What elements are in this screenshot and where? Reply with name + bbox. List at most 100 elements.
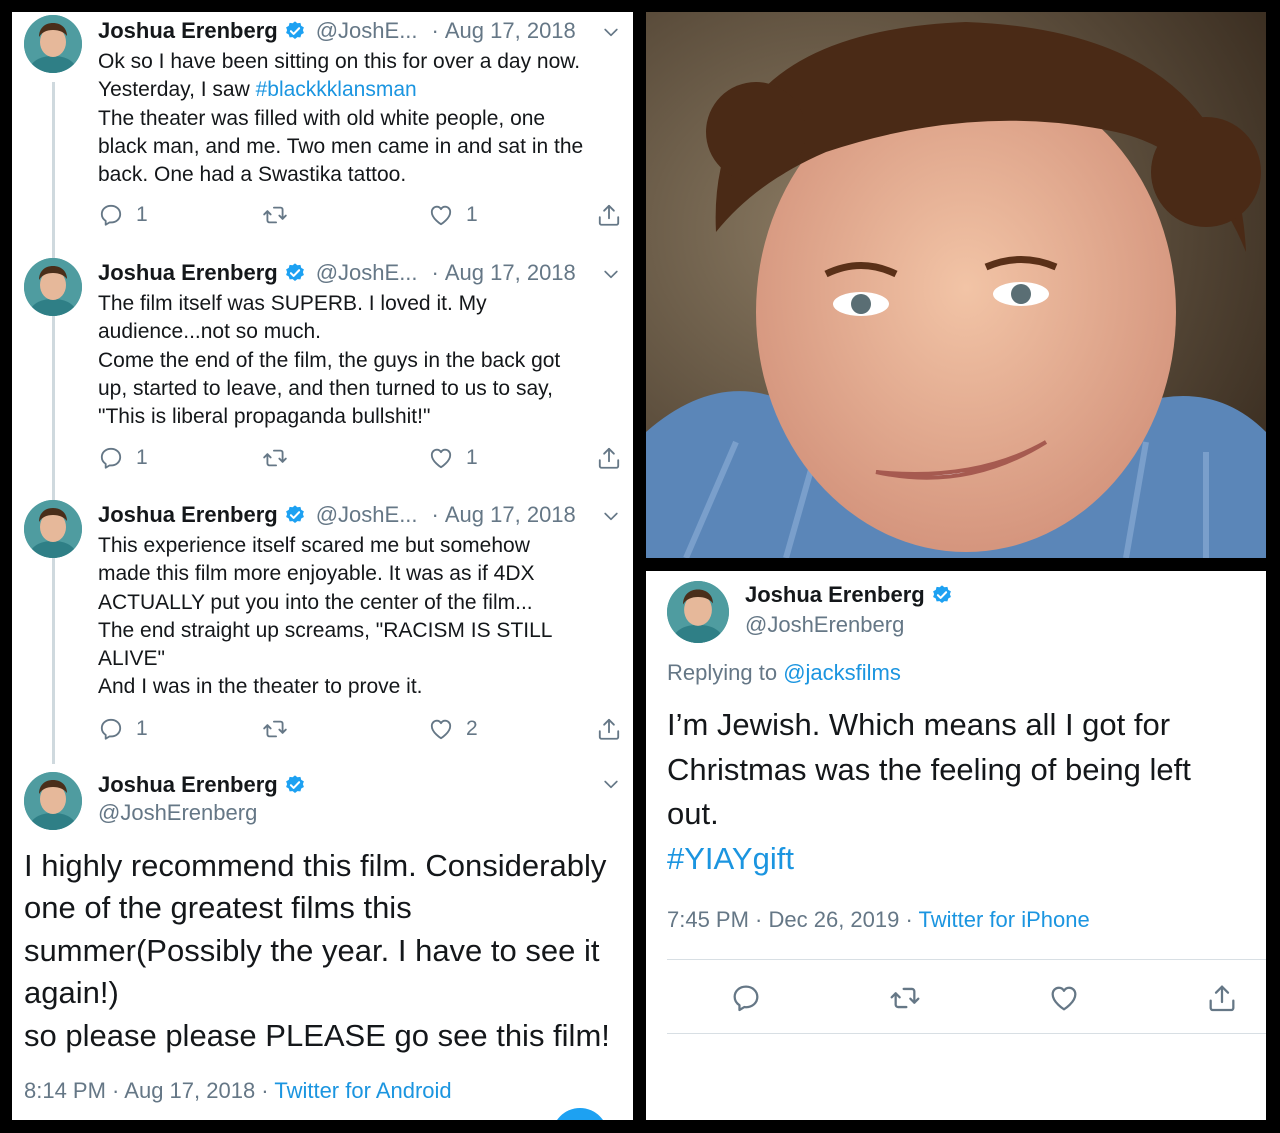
portrait-photo [646,12,1266,558]
author-name[interactable]: Joshua Erenberg [745,582,925,608]
share-icon [596,202,622,228]
tweet-text: The film itself was SUPERB. I loved it. … [98,290,623,431]
like-button[interactable]: 1 [428,443,478,473]
tweet-text-line: so please please PLEASE go see this film… [24,1017,610,1053]
replying-to: Replying to @jacksfilms [667,660,901,686]
tweet-date[interactable]: Aug 17, 2018 [445,260,576,286]
tweet-text-line: ACTUALLY put you into the center of the … [98,590,533,614]
like-button[interactable]: 2 [428,714,478,744]
reply-button[interactable]: 1 [98,443,148,473]
meta-separator: · [255,1078,275,1103]
tweet-header: Joshua Erenberg @JoshE... · Aug 17, 2018 [98,16,576,46]
tweet-meta: 8:14 PM · Aug 17, 2018 · Twitter for And… [24,1078,452,1104]
tweet-text-line: Yesterday, I saw #blackkklansman [98,76,623,104]
tweet-actions: 1 1 [98,443,623,473]
meta-separator: · [748,907,769,932]
tweet-date[interactable]: Aug 17, 2018 [445,18,576,44]
like-button[interactable]: 1 [428,200,478,230]
avatar[interactable] [24,500,82,558]
tweet-source-link[interactable]: Twitter for Android [274,1078,451,1103]
chevron-down-icon[interactable] [601,774,621,794]
author-handle[interactable]: @JoshErenberg [745,612,904,638]
hashtag-link[interactable]: #blackkklansman [256,78,417,101]
tweet-date[interactable]: Dec 26, 2019 [769,907,900,932]
like-count: 2 [466,717,478,740]
separator-dot: · [431,18,439,43]
reply-icon [98,716,124,742]
fab-button-edge[interactable] [552,1108,608,1120]
tweet-meta: 7:45 PM · Dec 26, 2019 · Twitter for iPh… [667,907,1090,933]
thread-screenshot: Joshua Erenberg @JoshE... · Aug 17, 2018… [12,12,633,1120]
tweet-time[interactable]: 8:14 PM [24,1078,106,1103]
reply-button[interactable] [730,983,762,1013]
hashtag-link[interactable]: #YIAYgift [667,837,1191,882]
author-handle[interactable]: @JoshE... [316,260,418,286]
separator-dot: · [431,502,439,527]
share-icon [596,445,622,471]
tweet-text-line: The theater was filled with old white pe… [98,106,546,130]
tweet-time[interactable]: 7:45 PM [667,907,749,932]
chevron-down-icon[interactable] [601,506,621,526]
tweet-header: Joshua Erenberg @JoshE... · Aug 17, 2018 [98,258,576,288]
like-count: 1 [466,203,478,226]
author-handle[interactable]: @JoshE... [316,18,418,44]
heart-icon [428,202,454,228]
heart-icon [428,445,454,471]
avatar[interactable] [24,772,82,830]
meta-separator: · [899,907,919,932]
share-button[interactable] [596,200,622,230]
share-button[interactable] [596,443,622,473]
tweet-text: Ok so I have been sitting on this for ov… [98,48,623,189]
retweet-icon [262,445,288,471]
author-name[interactable]: Joshua Erenberg [98,502,278,528]
tweet-date[interactable]: Aug 17, 2018 [445,502,576,528]
tweet-text-line: Ok so I have been sitting on this for ov… [98,50,581,73]
retweet-button[interactable] [262,443,288,473]
reply-button[interactable]: 1 [98,714,148,744]
like-count: 1 [466,446,478,469]
verified-badge-icon [931,584,953,606]
tweet-text: I highly recommend this film. Considerab… [24,845,610,1057]
chevron-down-icon[interactable] [601,264,621,284]
author-name[interactable]: Joshua Erenberg [98,18,278,44]
author-name-row: Joshua Erenberg [745,582,953,608]
tweet-text-line: again!) [24,975,119,1011]
avatar[interactable] [24,258,82,316]
divider [667,1033,1266,1034]
tweet-text-line: And I was in the theater to prove it. [98,675,423,699]
retweet-icon [889,982,921,1014]
avatar[interactable] [667,581,729,643]
chevron-down-icon[interactable] [601,22,621,42]
author-handle[interactable]: @JoshE... [316,502,418,528]
tweet-header: Joshua Erenberg [98,770,306,800]
thread-connector [52,82,55,764]
reply-count: 1 [136,203,148,226]
tweet-subheader: @JoshErenberg [98,798,257,828]
retweet-button[interactable] [889,983,921,1013]
verified-badge-icon [284,20,306,42]
meta-separator: · [105,1078,125,1103]
author-name[interactable]: Joshua Erenberg [98,260,278,286]
tweet-text-line: I highly recommend this film. Considerab… [24,848,607,883]
tweet-date[interactable]: Aug 17, 2018 [124,1078,255,1103]
tweet-text: I’m Jewish. Which means all I got for Ch… [667,703,1191,881]
tweet-text-line: up, started to leave, and then turned to… [98,376,553,400]
tweet-text-line: out. [667,796,719,831]
verified-badge-icon [284,504,306,526]
retweet-button[interactable] [262,200,288,230]
tweet-text-line: Come the end of the film, the guys in th… [98,348,561,372]
verified-badge-icon [284,262,306,284]
author-name[interactable]: Joshua Erenberg [98,772,278,798]
reply-button[interactable]: 1 [98,200,148,230]
avatar[interactable] [24,15,82,73]
like-button[interactable] [1048,983,1080,1013]
share-button[interactable] [1206,983,1238,1013]
reply-count: 1 [136,446,148,469]
replying-to-link[interactable]: @jacksfilms [783,660,901,685]
share-button[interactable] [596,714,622,744]
author-handle[interactable]: @JoshErenberg [98,800,257,826]
retweet-button[interactable] [262,714,288,744]
tweet-source-link[interactable]: Twitter for iPhone [919,907,1090,932]
reply-tweet-screenshot: Joshua Erenberg @JoshErenberg Replying t… [646,571,1266,1120]
tweet-text: This experience itself scared me but som… [98,532,623,702]
